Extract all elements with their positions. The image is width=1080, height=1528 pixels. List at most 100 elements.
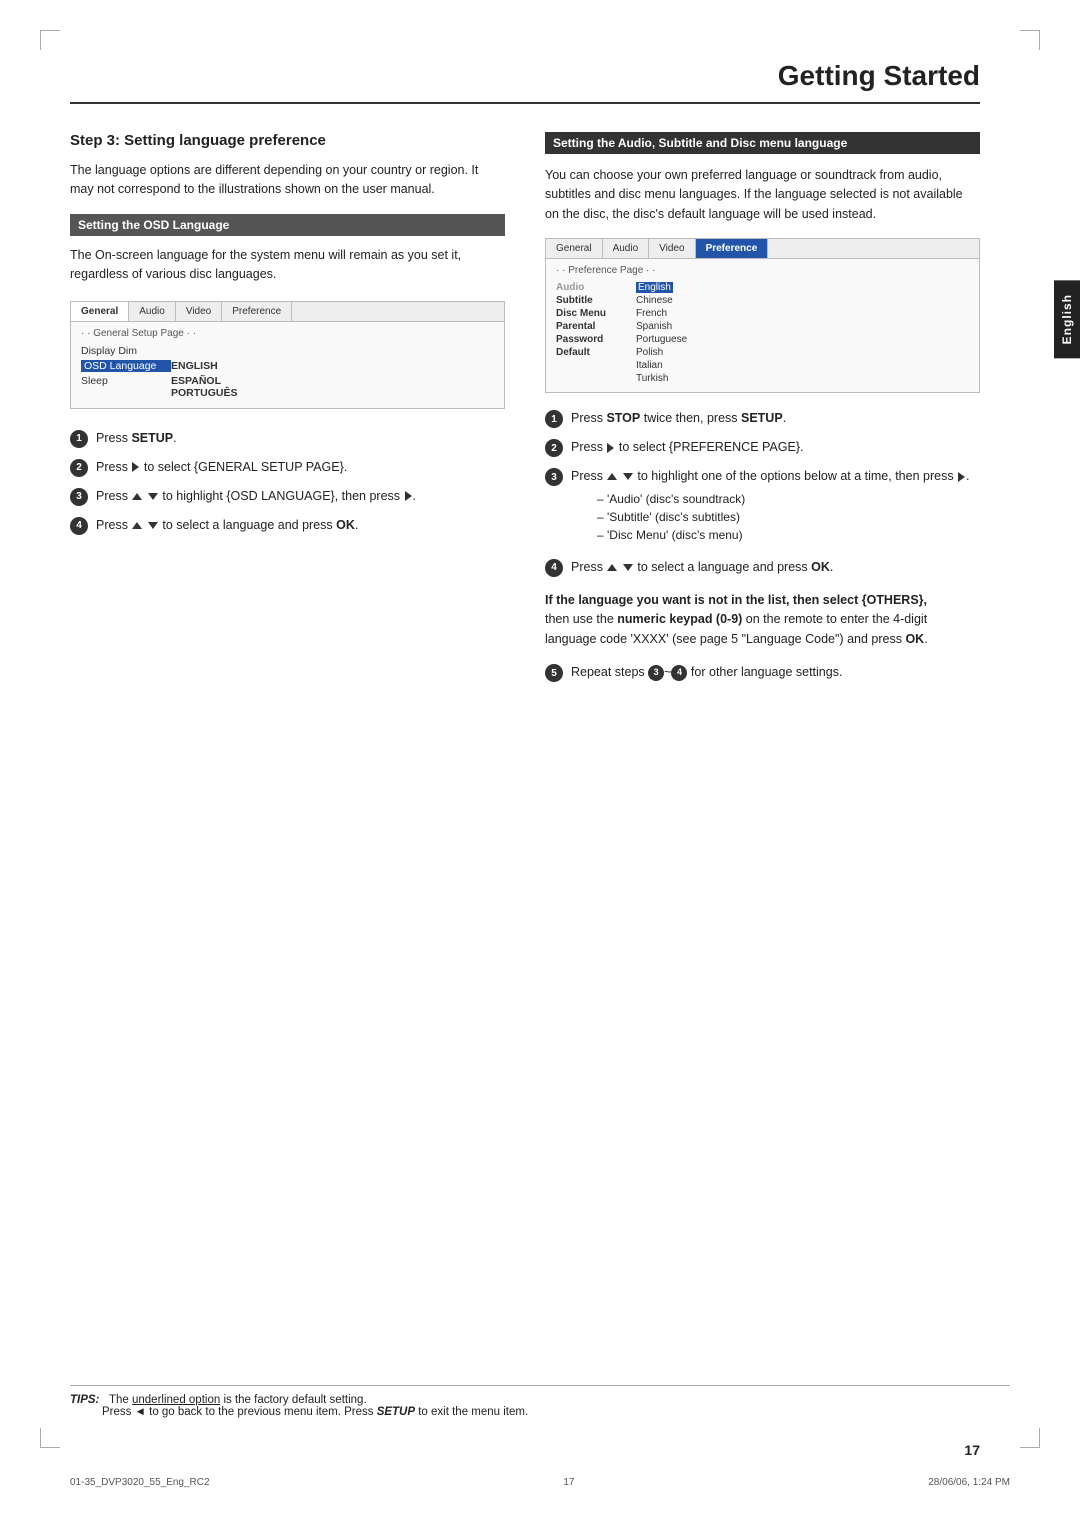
pref-audio-value: English xyxy=(636,282,673,293)
pref-row-disc-menu: Disc Menu French xyxy=(556,308,969,319)
right-setup-menu: General Audio Video Preference · · Prefe… xyxy=(545,238,980,393)
right-step-text-5: Repeat steps 3~4 for other language sett… xyxy=(571,663,980,682)
pref-default-label: Default xyxy=(556,347,636,358)
right-menu-body: · · Preference Page · · Audio English Su… xyxy=(546,259,979,392)
pref-row-password: Password Portuguese xyxy=(556,334,969,345)
step-number-1: 1 xyxy=(70,430,88,448)
right-step-number-3: 3 xyxy=(545,468,563,486)
pref-disc-menu-value: French xyxy=(636,308,667,319)
left-menu-row-sleep: Sleep ESPAÑOLPORTUGUÊS xyxy=(81,375,494,399)
right-tab-audio: Audio xyxy=(603,239,650,258)
underline-option: underlined option xyxy=(132,1394,220,1406)
display-dim-label: Display Dim xyxy=(81,345,171,357)
step-text-4: Press to select a language and press OK. xyxy=(96,516,505,535)
right-step-2: 2 Press to select {PREFERENCE PAGE}. xyxy=(545,438,980,457)
right-tab-preference: Preference xyxy=(696,239,769,258)
right-menu-tabs: General Audio Video Preference xyxy=(546,239,979,259)
sleep-label: Sleep xyxy=(81,375,171,399)
left-column: Step 3: Setting language preference The … xyxy=(70,132,505,692)
tab-preference: Preference xyxy=(222,302,292,321)
right-menu-page-label: · · Preference Page · · xyxy=(556,265,969,276)
tab-video: Video xyxy=(176,302,222,321)
tips-label: TIPS: xyxy=(70,1394,99,1406)
osd-body-text: The On-screen language for the system me… xyxy=(70,246,505,285)
pref-subtitle-label: Subtitle xyxy=(556,295,636,306)
pref-turkish-value: Turkish xyxy=(636,373,668,384)
right-step-text-2: Press to select {PREFERENCE PAGE}. xyxy=(571,438,980,457)
pref-subtitle-value: Chinese xyxy=(636,295,673,306)
right-column: Setting the Audio, Subtitle and Disc men… xyxy=(545,132,980,692)
page: English Getting Started Step 3: Setting … xyxy=(0,0,1080,1528)
pref-empty-label-2 xyxy=(556,373,636,384)
pref-italian-value: Italian xyxy=(636,360,663,371)
bullet-disc-menu: 'Disc Menu' (disc's menu) xyxy=(597,526,980,544)
footer: 01-35_DVP3020_55_Eng_RC2 17 28/06/06, 1:… xyxy=(70,1477,1010,1488)
left-menu-row-display: Display Dim xyxy=(81,345,494,357)
footer-left: 01-35_DVP3020_55_Eng_RC2 xyxy=(70,1477,210,1488)
pref-row-subtitle: Subtitle Chinese xyxy=(556,295,969,306)
right-step-number-2: 2 xyxy=(545,439,563,457)
left-section-heading: Step 3: Setting language preference xyxy=(70,132,505,149)
right-step5-list: 5 Repeat steps 3~4 for other language se… xyxy=(545,663,980,682)
pref-parental-value: Spanish xyxy=(636,321,672,332)
tips-section: TIPS: The underlined option is the facto… xyxy=(70,1385,1010,1418)
corner-br xyxy=(1020,1428,1040,1448)
footer-center: 17 xyxy=(563,1477,574,1488)
corner-tl xyxy=(40,30,60,50)
tab-general: General xyxy=(71,302,129,321)
left-step-1: 1 Press SETUP. xyxy=(70,429,505,448)
right-step-5: 5 Repeat steps 3~4 for other language se… xyxy=(545,663,980,682)
corner-bl xyxy=(40,1428,60,1448)
pref-audio-label: Audio xyxy=(556,282,636,293)
left-menu-tabs: General Audio Video Preference xyxy=(71,302,504,322)
english-tab: English xyxy=(1054,280,1080,358)
pref-empty-label-1 xyxy=(556,360,636,371)
pref-disc-menu-label: Disc Menu xyxy=(556,308,636,319)
right-step-number-4: 4 xyxy=(545,559,563,577)
right-section-heading: Setting the Audio, Subtitle and Disc men… xyxy=(545,132,980,154)
step-ref-4: 4 xyxy=(671,665,687,681)
step-text-3: Press to highlight {OSD LANGUAGE}, then … xyxy=(96,487,505,506)
left-step-2: 2 Press to select {GENERAL SETUP PAGE}. xyxy=(70,458,505,477)
step-text-1: Press SETUP. xyxy=(96,429,505,448)
step3-bullets: 'Audio' (disc's soundtrack) 'Subtitle' (… xyxy=(597,490,980,544)
right-step-number-1: 1 xyxy=(545,410,563,428)
info-heading: If the language you want is not in the l… xyxy=(545,593,927,607)
pref-row-audio: Audio English xyxy=(556,282,969,293)
right-step-text-1: Press STOP twice then, press SETUP. xyxy=(571,409,980,428)
left-setup-menu: General Audio Video Preference · · Gener… xyxy=(70,301,505,409)
bullet-subtitle: 'Subtitle' (disc's subtitles) xyxy=(597,508,980,526)
pref-password-value: Portuguese xyxy=(636,334,687,345)
right-step-text-3: Press to highlight one of the options be… xyxy=(571,467,980,548)
bullet-audio: 'Audio' (disc's soundtrack) xyxy=(597,490,980,508)
pref-row-parental: Parental Spanish xyxy=(556,321,969,332)
pref-row-italian: Italian xyxy=(556,360,969,371)
step-ref-3: 3 xyxy=(648,665,664,681)
main-content: Step 3: Setting language preference The … xyxy=(70,132,980,692)
right-step-4: 4 Press to select a language and press O… xyxy=(545,558,980,577)
osd-language-label: OSD Language xyxy=(81,360,171,372)
osd-subheading: Setting the OSD Language xyxy=(70,214,505,236)
pref-row-turkish: Turkish xyxy=(556,373,969,384)
right-step-1: 1 Press STOP twice then, press SETUP. xyxy=(545,409,980,428)
step-text-2: Press to select {GENERAL SETUP PAGE}. xyxy=(96,458,505,477)
left-menu-page-label: · · General Setup Page · · xyxy=(81,328,494,339)
right-step-text-4: Press to select a language and press OK. xyxy=(571,558,980,577)
corner-tr xyxy=(1020,30,1040,50)
step-number-3: 3 xyxy=(70,488,88,506)
pref-password-label: Password xyxy=(556,334,636,345)
info-box: If the language you want is not in the l… xyxy=(545,591,980,649)
pref-default-value: Polish xyxy=(636,347,663,358)
left-intro-text: The language options are different depen… xyxy=(70,161,505,200)
right-tab-general: General xyxy=(546,239,603,258)
sleep-value: ESPAÑOLPORTUGUÊS xyxy=(171,375,238,399)
tab-audio: Audio xyxy=(129,302,176,321)
left-menu-body: · · General Setup Page · · Display Dim O… xyxy=(71,322,504,408)
pref-row-default: Default Polish xyxy=(556,347,969,358)
left-steps: 1 Press SETUP. 2 Press to select {GENERA… xyxy=(70,429,505,535)
step-number-2: 2 xyxy=(70,459,88,477)
right-step-number-5: 5 xyxy=(545,664,563,682)
step-number-4: 4 xyxy=(70,517,88,535)
left-menu-row-osd: OSD Language ENGLISH xyxy=(81,360,494,372)
osd-language-value: ENGLISH xyxy=(171,360,218,372)
